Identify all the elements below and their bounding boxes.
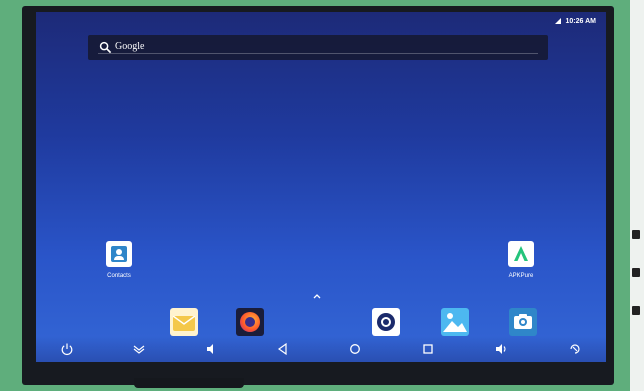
home-icon[interactable] bbox=[348, 342, 362, 356]
screen-rotate-icon[interactable] bbox=[568, 342, 582, 356]
camera-icon[interactable] bbox=[509, 308, 537, 336]
apkpure-icon bbox=[508, 241, 534, 267]
hardware-button-3 bbox=[632, 306, 640, 315]
back-icon[interactable] bbox=[276, 342, 290, 356]
email-icon[interactable] bbox=[170, 308, 198, 336]
recents-icon[interactable] bbox=[421, 342, 435, 356]
app-apkpure[interactable]: APKPure bbox=[491, 241, 551, 279]
volume-up-icon[interactable] bbox=[494, 342, 508, 356]
search-label: Google bbox=[115, 41, 145, 52]
volume-down-icon[interactable] bbox=[204, 342, 218, 356]
signal-icon bbox=[554, 18, 561, 24]
search-underline bbox=[98, 53, 538, 54]
status-bar: 10:26 AM bbox=[554, 15, 596, 27]
power-icon[interactable] bbox=[60, 342, 74, 356]
hardware-button-2 bbox=[632, 268, 640, 277]
navigation-bar bbox=[36, 336, 606, 362]
hardware-button-1 bbox=[632, 230, 640, 239]
app-contacts[interactable]: Contacts bbox=[89, 241, 149, 279]
app-label-contacts: Contacts bbox=[107, 273, 131, 279]
app-label-apkpure: APKPure bbox=[508, 273, 534, 279]
board-edge bbox=[630, 0, 644, 391]
firefox-icon[interactable] bbox=[236, 308, 264, 336]
contacts-icon bbox=[106, 241, 132, 267]
collapse-icon[interactable] bbox=[132, 342, 146, 356]
google-search-bar[interactable]: Google bbox=[88, 35, 548, 60]
bezel-tab bbox=[134, 378, 244, 388]
android-home-screen: 10:26 AM Google Contacts APKPure bbox=[36, 12, 606, 362]
gallery-icon[interactable] bbox=[441, 308, 469, 336]
camera-lens-icon[interactable] bbox=[372, 308, 400, 336]
app-drawer-chevron-icon[interactable] bbox=[313, 293, 321, 299]
status-time: 10:26 AM bbox=[565, 17, 596, 25]
